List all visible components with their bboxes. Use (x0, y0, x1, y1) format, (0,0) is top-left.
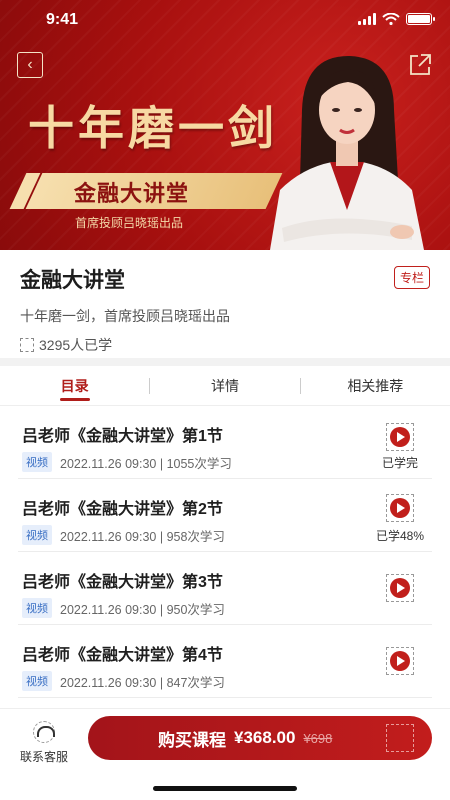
status-time: 9:41 (46, 11, 79, 28)
home-indicator (153, 786, 297, 791)
banner-headline: 十年磨一剑 (28, 101, 278, 155)
lesson-meta-text: 2022.11.26 09:30 | 847次学习 (60, 675, 225, 690)
lesson-progress: 已学完 (381, 456, 418, 470)
course-description: 十年磨一剑，首席投顾吕晓瑶出品 (20, 308, 230, 324)
headset-icon (33, 721, 55, 743)
presenter-image (270, 55, 424, 250)
lesson-title: 吕老师《金融大讲堂》第1节 (22, 428, 223, 445)
course-title: 金融大讲堂 (20, 269, 125, 292)
banner-subtitle: 首席投顾吕晓瑶出品 (75, 216, 184, 230)
tab-bar: 目录 详情 相关推荐 (0, 366, 450, 406)
tab-catalog[interactable]: 目录 (0, 366, 149, 405)
customer-service-button[interactable]: 联系客服 (14, 721, 74, 765)
customer-service-label: 联系客服 (19, 750, 68, 764)
buy-label: 购买课程 (158, 730, 226, 750)
play-icon (390, 651, 410, 671)
video-badge: 视频 (22, 452, 52, 472)
play-button[interactable] (386, 494, 414, 522)
learner-count-text: 3295人已学 (39, 337, 113, 353)
play-icon (390, 498, 410, 518)
course-info: 金融大讲堂 专栏 十年磨一剑，首席投顾吕晓瑶出品 3295人已学 (0, 250, 450, 358)
video-badge: 视频 (22, 525, 52, 545)
lesson-meta-text: 2022.11.26 09:30 | 1055次学习 (60, 456, 232, 471)
wifi-icon (382, 13, 400, 25)
tab-recommendations[interactable]: 相关推荐 (301, 366, 450, 405)
play-button[interactable] (386, 647, 414, 675)
lesson-item[interactable]: 吕老师《金融大讲堂》第4节 视频 2022.11.26 09:30 | 847次… (18, 625, 432, 698)
play-button[interactable] (386, 574, 414, 602)
buy-course-button[interactable]: 购买课程 ¥368.00 ¥698 (88, 716, 432, 760)
lesson-item[interactable]: 吕老师《金融大讲堂》第2节 视频 2022.11.26 09:30 | 958次… (18, 479, 432, 552)
lesson-meta: 视频 2022.11.26 09:30 | 950次学习 (22, 598, 225, 618)
lesson-title: 吕老师《金融大讲堂》第3节 (22, 574, 223, 591)
column-tag: 专栏 (393, 266, 430, 289)
back-icon: ‹ (27, 56, 33, 73)
lesson-progress: 已学48% (375, 529, 425, 543)
video-badge: 视频 (22, 598, 52, 618)
tab-details[interactable]: 详情 (150, 366, 299, 405)
play-button[interactable] (386, 423, 414, 451)
learner-count: 3295人已学 (20, 335, 430, 355)
lesson-meta-text: 2022.11.26 09:30 | 958次学习 (60, 529, 225, 544)
lesson-title: 吕老师《金融大讲堂》第4节 (22, 647, 223, 664)
status-icons (358, 13, 435, 25)
play-icon (390, 578, 410, 598)
banner-ribbon-label: 金融大讲堂 (74, 181, 190, 206)
lesson-item[interactable]: 吕老师《金融大讲堂》第3节 视频 2022.11.26 09:30 | 950次… (18, 552, 432, 625)
placeholder-icon (386, 724, 414, 752)
current-price: ¥368.00 (234, 728, 296, 747)
play-icon (390, 427, 410, 447)
section-divider (0, 358, 450, 366)
video-badge: 视频 (22, 671, 52, 691)
lesson-meta: 视频 2022.11.26 09:30 | 847次学习 (22, 671, 225, 691)
lesson-item[interactable]: 吕老师《金融大讲堂》第1节 视频 2022.11.26 09:30 | 1055… (18, 406, 432, 479)
lesson-meta: 视频 2022.11.26 09:30 | 1055次学习 (22, 452, 232, 472)
lesson-title: 吕老师《金融大讲堂》第2节 (22, 501, 223, 518)
lesson-list: 吕老师《金融大讲堂》第1节 视频 2022.11.26 09:30 | 1055… (0, 406, 450, 698)
signal-icon (358, 13, 376, 25)
person-icon (20, 338, 34, 352)
status-bar: 9:41 (0, 0, 450, 44)
back-button[interactable]: ‹ (17, 52, 43, 78)
battery-icon (406, 13, 435, 25)
lesson-meta-text: 2022.11.26 09:30 | 950次学习 (60, 602, 225, 617)
original-price: ¥698 (303, 730, 333, 746)
lesson-meta: 视频 2022.11.26 09:30 | 958次学习 (22, 525, 225, 545)
